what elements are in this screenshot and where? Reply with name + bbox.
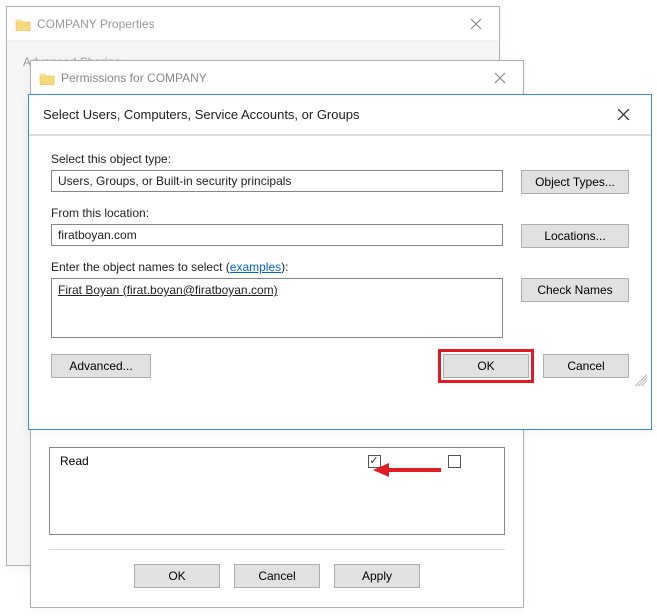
- select-users-dialog: Select Users, Computers, Service Account…: [28, 94, 652, 430]
- deny-checkbox[interactable]: [448, 455, 461, 468]
- object-type-field[interactable]: Users, Groups, or Built-in security prin…: [51, 170, 503, 192]
- permissions-title: Permissions for COMPANY: [55, 71, 481, 85]
- locations-button[interactable]: Locations...: [521, 224, 629, 248]
- close-icon[interactable]: [481, 66, 519, 90]
- titlebar-permissions: Permissions for COMPANY: [31, 61, 523, 95]
- resolved-object-entry: Firat Boyan (firat.boyan@firatboyan.com): [58, 283, 278, 297]
- close-icon[interactable]: [609, 108, 637, 121]
- ok-button[interactable]: OK: [443, 354, 529, 378]
- properties-title: COMPANY Properties: [31, 17, 457, 31]
- object-type-label: Select this object type:: [51, 152, 629, 166]
- close-icon[interactable]: [457, 12, 495, 36]
- names-label-suffix: ):: [281, 260, 288, 274]
- cancel-button[interactable]: Cancel: [234, 564, 320, 588]
- select-users-title: Select Users, Computers, Service Account…: [43, 107, 609, 122]
- permission-label: Read: [60, 454, 334, 468]
- cancel-button[interactable]: Cancel: [543, 354, 629, 378]
- check-names-button[interactable]: Check Names: [521, 278, 629, 302]
- object-names-field[interactable]: Firat Boyan (firat.boyan@firatboyan.com): [51, 278, 503, 338]
- titlebar-select-users: Select Users, Computers, Service Account…: [29, 95, 651, 135]
- select-users-footer: Advanced... OK Cancel: [51, 354, 629, 378]
- examples-link[interactable]: examples: [230, 260, 281, 274]
- folder-icon: [15, 17, 31, 31]
- select-users-body: Select this object type: Users, Groups, …: [29, 135, 651, 388]
- titlebar-properties: COMPANY Properties: [7, 7, 499, 41]
- folder-icon: [39, 71, 55, 85]
- object-types-button[interactable]: Object Types...: [521, 170, 629, 194]
- ok-button[interactable]: OK: [134, 564, 220, 588]
- location-field[interactable]: firatboyan.com: [51, 224, 503, 246]
- advanced-button[interactable]: Advanced...: [51, 354, 151, 378]
- annotation-arrow-icon: [373, 460, 443, 480]
- names-label-prefix: Enter the object names to select (: [51, 260, 230, 274]
- resize-grip-icon[interactable]: [635, 374, 647, 386]
- location-label: From this location:: [51, 206, 629, 220]
- permissions-footer: OK Cancel Apply: [49, 549, 505, 604]
- object-names-label: Enter the object names to select (exampl…: [51, 260, 629, 274]
- apply-button[interactable]: Apply: [334, 564, 420, 588]
